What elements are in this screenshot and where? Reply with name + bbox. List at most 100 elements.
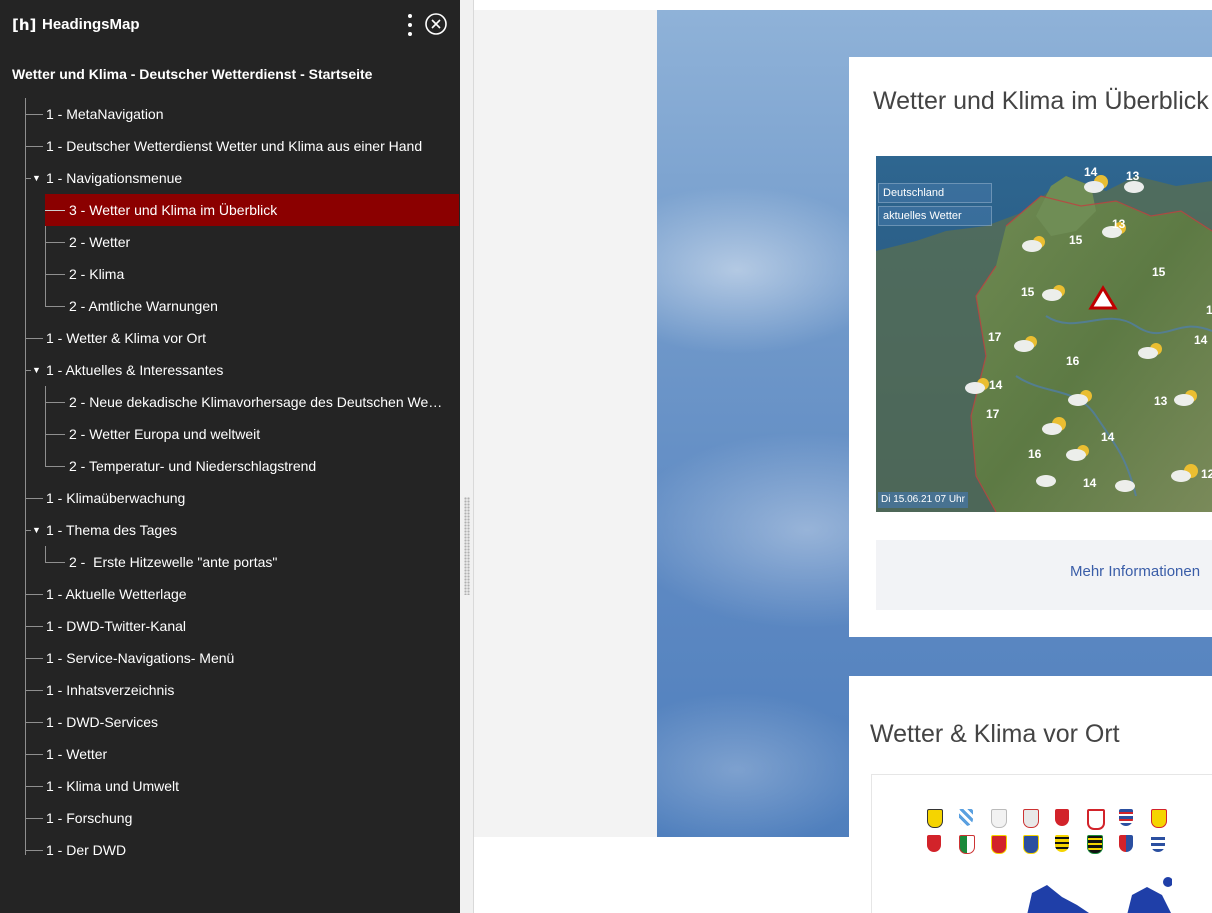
heading-item[interactable]: 1 - MetaNavigation: [0, 98, 460, 130]
state-crest-icon[interactable]: [991, 835, 1007, 854]
heading-label: 1 - Aktuelle Wetterlage: [46, 586, 187, 602]
map-country-label: Deutschland: [878, 183, 992, 203]
panel-title: HeadingsMap: [42, 16, 140, 33]
state-crest-icon[interactable]: [1023, 809, 1039, 828]
temperature-label: 13: [1154, 394, 1168, 408]
state-crest-icon[interactable]: [991, 809, 1007, 828]
heading-item[interactable]: 2 - Erste Hitzewelle "ante portas": [0, 546, 460, 578]
page-title: Wetter und Klima - Deutscher Wetterdiens…: [12, 66, 373, 82]
heading-item[interactable]: 1 - Der DWD: [0, 834, 460, 866]
more-options-icon[interactable]: [404, 12, 416, 38]
heading-label: 2 - Neue dekadische Klimavorhersage des …: [69, 394, 444, 410]
heading-item[interactable]: 1 - Service-Navigations- Menü: [0, 642, 460, 674]
heading-label: 2 - Wetter: [69, 234, 131, 250]
expanded-arrow-icon[interactable]: ▼: [32, 514, 41, 546]
state-crest-icon[interactable]: [959, 835, 975, 854]
heading-item[interactable]: ▼ 1 - Aktuelles & Interessantes: [0, 354, 460, 386]
state-crest-icon[interactable]: [959, 809, 973, 826]
state-crest-icon[interactable]: [1119, 835, 1133, 852]
heading-item-selected[interactable]: 3 - Wetter und Klima im Überblick: [45, 194, 459, 226]
heading-label: 1 - MetaNavigation: [46, 106, 164, 122]
heading-item[interactable]: 2 - Klima: [0, 258, 460, 290]
heading-item[interactable]: 2 - Wetter: [0, 226, 460, 258]
section-heading: Wetter & Klima vor Ort: [870, 720, 1120, 748]
heading-item[interactable]: 2 - Temperatur- und Niederschlagstrend: [0, 450, 460, 482]
heading-label: 1 - Wetter: [46, 746, 108, 762]
temperature-label: 16: [1206, 303, 1212, 317]
heading-item[interactable]: 2 - Amtliche Warnungen: [0, 290, 460, 322]
heading-item[interactable]: 1 - Klima und Umwelt: [0, 770, 460, 802]
heading-label: 1 - Navigationsmenue: [46, 170, 183, 186]
heading-label: 2 - Amtliche Warnungen: [69, 298, 218, 314]
map-date-label: Di 15.06.21 07 Uhr: [878, 492, 968, 508]
expanded-arrow-icon[interactable]: ▼: [32, 162, 41, 194]
resize-grip-icon[interactable]: [464, 497, 470, 595]
heading-item[interactable]: ▼ 1 - Thema des Tages: [0, 514, 460, 546]
temperature-label: 12: [1201, 467, 1212, 481]
more-information-link[interactable]: Mehr Informationen: [1070, 563, 1200, 580]
panel-header: [h] HeadingsMap: [0, 0, 460, 50]
web-page: Wetter und Klima im Überblick 14 13 13 1…: [474, 0, 1212, 913]
heading-label: 2 - Temperatur- und Niederschlagstrend: [69, 458, 317, 474]
temperature-label: 13: [1126, 169, 1140, 183]
state-crest-icon[interactable]: [1087, 835, 1103, 854]
heading-item[interactable]: 1 - DWD-Twitter-Kanal: [0, 610, 460, 642]
state-crest-icon[interactable]: [927, 835, 941, 852]
heading-item[interactable]: 2 - Wetter Europa und weltweit: [0, 418, 460, 450]
heading-label: 1 - DWD-Twitter-Kanal: [46, 618, 187, 634]
local-weather-card: Wetter & Klima vor Ort: [849, 676, 1212, 913]
state-crest-icon[interactable]: [1055, 809, 1069, 826]
state-crest-icon[interactable]: [1151, 835, 1165, 852]
weather-map-image[interactable]: 14 13 13 15 15 15 16 17 14 16 14 13 17 1…: [876, 156, 1212, 512]
temperature-label: 16: [1028, 447, 1042, 461]
heading-label: 2 - Erste Hitzewelle "ante portas": [69, 554, 278, 570]
heading-item[interactable]: 1 - Wetter: [0, 738, 460, 770]
state-crest-icon[interactable]: [927, 809, 943, 828]
heading-item[interactable]: 1 - Wetter & Klima vor Ort: [0, 322, 460, 354]
temperature-label: 15: [1069, 233, 1083, 247]
temperature-label: 14: [1101, 430, 1115, 444]
state-crest-icon[interactable]: [1151, 809, 1167, 828]
temperature-label: 14: [1083, 476, 1097, 490]
heading-label: 1 - Klimaüberwachung: [46, 490, 186, 506]
heading-item[interactable]: 2 - Neue dekadische Klimavorhersage des …: [0, 386, 460, 418]
heading-label: 2 - Klima: [69, 266, 125, 282]
heading-item[interactable]: 1 - DWD-Services: [0, 706, 460, 738]
close-icon[interactable]: [424, 12, 448, 36]
heading-label: 1 - Service-Navigations- Menü: [46, 650, 235, 666]
temperature-label: 17: [988, 330, 1002, 344]
germany-outline-map: [1027, 877, 1172, 913]
expanded-arrow-icon[interactable]: ▼: [32, 354, 41, 386]
overview-card: Wetter und Klima im Überblick 14 13 13 1…: [849, 57, 1212, 637]
heading-label: 1 - Aktuelles & Interessantes: [46, 362, 224, 378]
heading-label: 1 - Thema des Tages: [46, 522, 178, 538]
state-crest-icon[interactable]: [1055, 835, 1069, 852]
headingsmap-logo-icon: [h]: [12, 16, 37, 34]
heading-item[interactable]: 1 - Inhatsverzeichnis: [0, 674, 460, 706]
temperature-label: 17: [986, 407, 1000, 421]
heading-label: 1 - Forschung: [46, 810, 133, 826]
heading-label: 1 - Der DWD: [46, 842, 127, 858]
heading-item[interactable]: 1 - Klimaüberwachung: [0, 482, 460, 514]
headingsmap-panel: [h] HeadingsMap Wetter und Klima - Deuts…: [0, 0, 460, 913]
temperature-label: 15: [1021, 285, 1035, 299]
heading-label: 1 - Deutscher Wetterdienst Wetter und Kl…: [46, 138, 423, 154]
heading-item[interactable]: 1 - Aktuelle Wetterlage: [0, 578, 460, 610]
federal-states-map[interactable]: [871, 774, 1212, 913]
state-crest-icon[interactable]: [1087, 809, 1105, 830]
temperature-label: 14: [1084, 165, 1098, 179]
state-crest-icon[interactable]: [1119, 809, 1133, 826]
temperature-label: 15: [1152, 265, 1166, 279]
state-crest-icon[interactable]: [1023, 835, 1039, 854]
heading-item[interactable]: 1 - Forschung: [0, 802, 460, 834]
temperature-label: 14: [1194, 333, 1208, 347]
heading-item[interactable]: 1 - Deutscher Wetterdienst Wetter und Kl…: [0, 130, 460, 162]
heading-item[interactable]: ▼ 1 - Navigationsmenue: [0, 162, 460, 194]
temperature-label: 14: [989, 378, 1003, 392]
temperature-label: 13: [1112, 217, 1126, 231]
panel-resize-handle[interactable]: [460, 0, 474, 913]
heading-label: 1 - Inhatsverzeichnis: [46, 682, 175, 698]
more-info-box: Mehr Informationen: [876, 540, 1212, 610]
temperature-label: 16: [1066, 354, 1080, 368]
heading-label: 1 - DWD-Services: [46, 714, 159, 730]
